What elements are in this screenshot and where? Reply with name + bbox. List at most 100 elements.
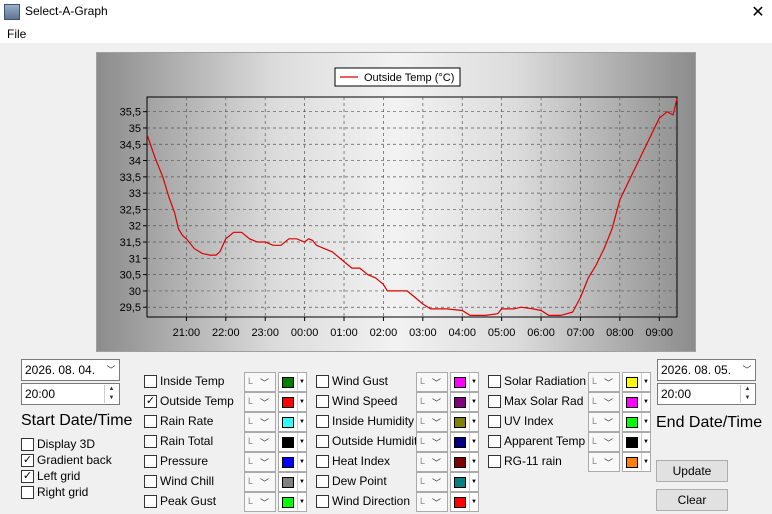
axis-select[interactable]: L ﹀: [588, 452, 620, 472]
option-0[interactable]: Display 3D: [21, 437, 95, 451]
series-checkbox-2-2[interactable]: UV Index: [488, 414, 553, 428]
axis-select[interactable]: L ﹀: [244, 472, 276, 492]
axis-select[interactable]: L ﹀: [416, 432, 448, 452]
axis-select[interactable]: L ﹀: [416, 472, 448, 492]
checkbox[interactable]: [488, 374, 501, 388]
series-checkbox-1-0[interactable]: Wind Gust: [316, 374, 388, 388]
close-icon[interactable]: ✕: [746, 2, 770, 22]
option-1[interactable]: ✓ Gradient back: [21, 453, 112, 467]
series-checkbox-2-4[interactable]: RG-11 rain: [488, 454, 562, 468]
checkbox[interactable]: ✓: [21, 469, 34, 483]
series-checkbox-2-3[interactable]: Apparent Temp: [488, 434, 585, 448]
series-checkbox-1-3[interactable]: Outside Humidity: [316, 434, 423, 448]
axis-select[interactable]: L ﹀: [244, 452, 276, 472]
color-select[interactable]: ▼: [622, 372, 651, 392]
color-select[interactable]: ▼: [278, 372, 307, 392]
series-checkbox-0-3[interactable]: Rain Total: [144, 434, 213, 448]
series-checkbox-1-5[interactable]: Dew Point: [316, 474, 387, 488]
axis-select[interactable]: L ﹀: [588, 432, 620, 452]
axis-select[interactable]: L ﹀: [416, 372, 448, 392]
checkbox[interactable]: [144, 374, 157, 388]
checkbox[interactable]: [144, 474, 157, 488]
spin-down-icon[interactable]: ▼: [105, 394, 118, 403]
chevron-down-icon[interactable]: ﹀: [740, 361, 754, 379]
axis-select[interactable]: L ﹀: [588, 372, 620, 392]
axis-select[interactable]: L ﹀: [244, 432, 276, 452]
color-select[interactable]: ▼: [278, 432, 307, 452]
checkbox[interactable]: [316, 454, 329, 468]
start-date-picker[interactable]: 2026. 08. 04. ﹀: [21, 359, 120, 381]
axis-select[interactable]: L ﹀: [416, 492, 448, 512]
color-select[interactable]: ▼: [450, 392, 479, 412]
checkbox[interactable]: [316, 414, 329, 428]
spin-up-icon[interactable]: ▲: [105, 385, 118, 394]
axis-select[interactable]: L ﹀: [416, 452, 448, 472]
axis-select[interactable]: L ﹀: [244, 372, 276, 392]
checkbox[interactable]: ✓: [144, 394, 157, 408]
color-select[interactable]: ▼: [278, 492, 307, 512]
axis-select[interactable]: L ﹀: [588, 412, 620, 432]
series-checkbox-1-1[interactable]: Wind Speed: [316, 394, 397, 408]
end-time-spinner[interactable]: ▲ ▼: [740, 385, 754, 403]
checkbox[interactable]: [488, 434, 501, 448]
color-select[interactable]: ▼: [450, 412, 479, 432]
checkbox[interactable]: [316, 394, 329, 408]
color-select[interactable]: ▼: [450, 492, 479, 512]
menu-file[interactable]: File: [7, 27, 26, 41]
checkbox[interactable]: ✓: [21, 453, 34, 467]
color-select[interactable]: ▼: [450, 452, 479, 472]
color-select[interactable]: ▼: [278, 472, 307, 492]
clear-button[interactable]: Clear: [656, 489, 728, 511]
series-checkbox-0-2[interactable]: Rain Rate: [144, 414, 213, 428]
checkbox[interactable]: [144, 454, 157, 468]
checkbox[interactable]: [144, 434, 157, 448]
color-select[interactable]: ▼: [622, 452, 651, 472]
series-checkbox-1-6[interactable]: Wind Direction: [316, 494, 410, 508]
chevron-down-icon[interactable]: ﹀: [104, 361, 118, 379]
series-checkbox-1-4[interactable]: Heat Index: [316, 454, 390, 468]
series-checkbox-1-2[interactable]: Inside Humidity: [316, 414, 414, 428]
color-select[interactable]: ▼: [278, 392, 307, 412]
series-checkbox-0-4[interactable]: Pressure: [144, 454, 208, 468]
end-date-picker[interactable]: 2026. 08. 05. ﹀: [657, 359, 756, 381]
series-checkbox-2-1[interactable]: Max Solar Rad: [488, 394, 583, 408]
axis-select[interactable]: L ﹀: [244, 492, 276, 512]
axis-select[interactable]: L ﹀: [244, 412, 276, 432]
series-checkbox-0-5[interactable]: Wind Chill: [144, 474, 214, 488]
end-time-input[interactable]: 20:00 ▲ ▼: [657, 383, 756, 405]
color-select[interactable]: ▼: [450, 372, 479, 392]
axis-select[interactable]: L ﹀: [244, 392, 276, 412]
checkbox[interactable]: [144, 414, 157, 428]
color-select[interactable]: ▼: [278, 452, 307, 472]
checkbox[interactable]: [488, 394, 501, 408]
color-select[interactable]: ▼: [450, 432, 479, 452]
checkbox[interactable]: [488, 454, 501, 468]
series-checkbox-0-1[interactable]: ✓ Outside Temp: [144, 394, 234, 408]
spin-down-icon[interactable]: ▼: [741, 394, 754, 403]
series-checkbox-0-6[interactable]: Peak Gust: [144, 494, 216, 508]
color-select[interactable]: ▼: [622, 432, 651, 452]
option-3[interactable]: Right grid: [21, 485, 88, 499]
update-button[interactable]: Update: [656, 460, 728, 482]
axis-select[interactable]: L ﹀: [416, 392, 448, 412]
color-select[interactable]: ▼: [622, 392, 651, 412]
start-time-input[interactable]: 20:00 ▲ ▼: [21, 383, 120, 405]
axis-select[interactable]: L ﹀: [416, 412, 448, 432]
spin-up-icon[interactable]: ▲: [741, 385, 754, 394]
checkbox[interactable]: [316, 434, 329, 448]
checkbox[interactable]: [316, 374, 329, 388]
color-select[interactable]: ▼: [450, 472, 479, 492]
color-select[interactable]: ▼: [278, 412, 307, 432]
checkbox[interactable]: [316, 474, 329, 488]
color-select[interactable]: ▼: [622, 412, 651, 432]
option-2[interactable]: ✓ Left grid: [21, 469, 80, 483]
checkbox[interactable]: [316, 494, 329, 508]
checkbox[interactable]: [21, 437, 34, 451]
series-checkbox-0-0[interactable]: Inside Temp: [144, 374, 224, 388]
checkbox[interactable]: [144, 494, 157, 508]
start-time-spinner[interactable]: ▲ ▼: [104, 385, 118, 403]
series-checkbox-2-0[interactable]: Solar Radiation: [488, 374, 586, 388]
checkbox[interactable]: [21, 485, 34, 499]
checkbox[interactable]: [488, 414, 501, 428]
axis-select[interactable]: L ﹀: [588, 392, 620, 412]
